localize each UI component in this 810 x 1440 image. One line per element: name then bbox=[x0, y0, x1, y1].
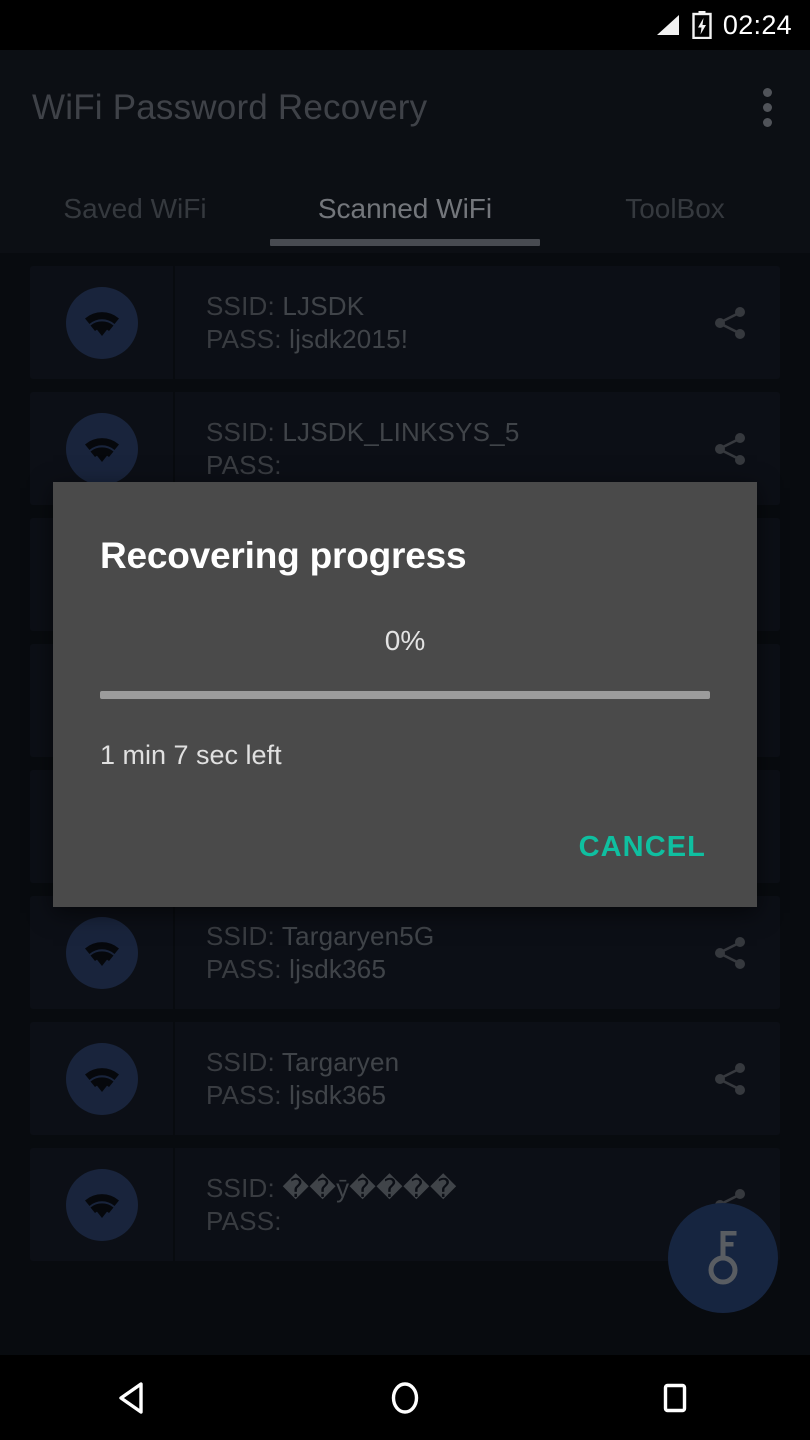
dialog-title: Recovering progress bbox=[100, 535, 467, 576]
status-clock: 02:24 bbox=[722, 9, 792, 40]
recovering-progress-dialog: Recovering progress 0% 1 min 7 sec left … bbox=[53, 482, 757, 907]
status-bar: 02:24 bbox=[0, 0, 810, 50]
dialog-actions: CANCEL bbox=[575, 823, 710, 872]
recents-square-icon[interactable] bbox=[615, 1355, 735, 1440]
progress-bar bbox=[100, 691, 710, 699]
phone-screen: 02:24 WiFi Password Recovery Saved WiFi … bbox=[0, 0, 810, 1440]
battery-charging-icon bbox=[692, 11, 712, 40]
signal-triangle-icon bbox=[655, 14, 681, 36]
home-circle-icon[interactable] bbox=[345, 1355, 465, 1440]
back-triangle-icon[interactable] bbox=[75, 1355, 195, 1440]
android-navigation-bar bbox=[0, 1355, 810, 1440]
progress-percent-label: 0% bbox=[384, 625, 426, 656]
time-remaining-label: 1 min 7 sec left bbox=[100, 740, 282, 770]
cancel-button[interactable]: CANCEL bbox=[575, 823, 710, 872]
